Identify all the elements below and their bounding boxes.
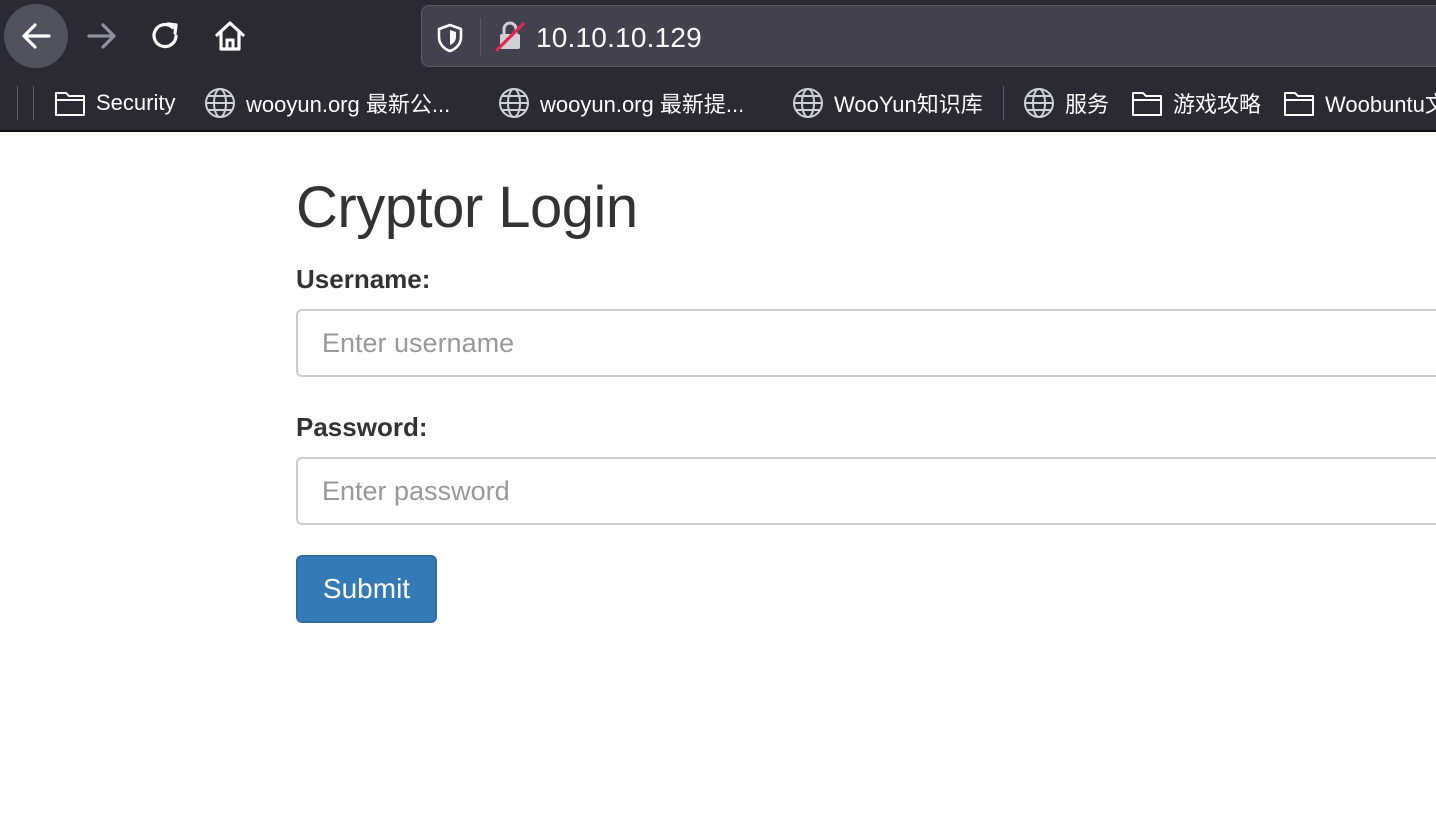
password-input[interactable]: [296, 457, 1436, 525]
url-bar[interactable]: 10.10.10.129: [421, 5, 1436, 67]
globe-icon: [1024, 88, 1054, 118]
bookmark-security[interactable]: Security: [54, 88, 175, 118]
bookmark-label: Woobuntu文: [1325, 92, 1436, 117]
folder-icon: [55, 92, 85, 116]
bookmark-label: 游戏攻略: [1173, 92, 1262, 117]
bookmark-label: 服务: [1065, 92, 1110, 117]
globe-icon: [499, 88, 529, 118]
tracking-shield-icon[interactable]: [436, 23, 464, 53]
bookmark-woobuntu[interactable]: Woobuntu文: [1283, 88, 1436, 118]
insecure-lock-icon[interactable]: [494, 20, 526, 52]
username-label: Username:: [296, 264, 431, 294]
bookmark-wooyun-tijiao[interactable]: wooyun.org 最新提...: [498, 88, 744, 118]
home-icon: [215, 21, 245, 51]
bookmarks-separator: [1003, 86, 1004, 120]
arrow-right-icon: [87, 23, 116, 49]
username-input[interactable]: [296, 309, 1436, 377]
bookmark-label: wooyun.org 最新提...: [540, 92, 745, 117]
bookmark-label: Security: [96, 90, 176, 115]
page-content: Cryptor Login Username: Password: Submit: [0, 132, 1436, 814]
bookmark-wooyun-zhishiku[interactable]: WooYun知识库: [792, 88, 983, 118]
globe-icon: [793, 88, 823, 118]
back-button[interactable]: [4, 4, 68, 68]
page-title: Cryptor Login: [296, 175, 638, 240]
submit-button[interactable]: Submit: [296, 555, 437, 623]
bookmarks-toolbar: Security wooyun.org 最新公... wooyun.org 最新…: [0, 72, 1436, 132]
folder-icon: [1132, 92, 1162, 116]
reload-button[interactable]: [134, 4, 198, 68]
bookmarks-separator: [17, 86, 18, 120]
forward-button[interactable]: [70, 4, 134, 68]
bookmark-fuwu[interactable]: 服务: [1023, 88, 1109, 118]
url-text[interactable]: 10.10.10.129: [536, 22, 702, 54]
bookmark-label: WooYun知识库: [834, 92, 983, 117]
url-separator: [480, 18, 481, 56]
home-button[interactable]: [198, 4, 262, 68]
folder-icon: [1284, 92, 1314, 116]
browser-toolbar: 10.10.10.129: [0, 0, 1436, 72]
bookmark-wooyun-gongkai[interactable]: wooyun.org 最新公...: [204, 88, 450, 118]
bookmarks-separator: [33, 86, 34, 120]
globe-icon: [205, 88, 235, 118]
arrow-left-icon: [22, 23, 51, 49]
bookmark-youxi-gonglue[interactable]: 游戏攻略: [1131, 88, 1261, 118]
reload-icon: [152, 22, 178, 49]
password-label: Password:: [296, 412, 428, 442]
bookmark-label: wooyun.org 最新公...: [246, 92, 451, 117]
